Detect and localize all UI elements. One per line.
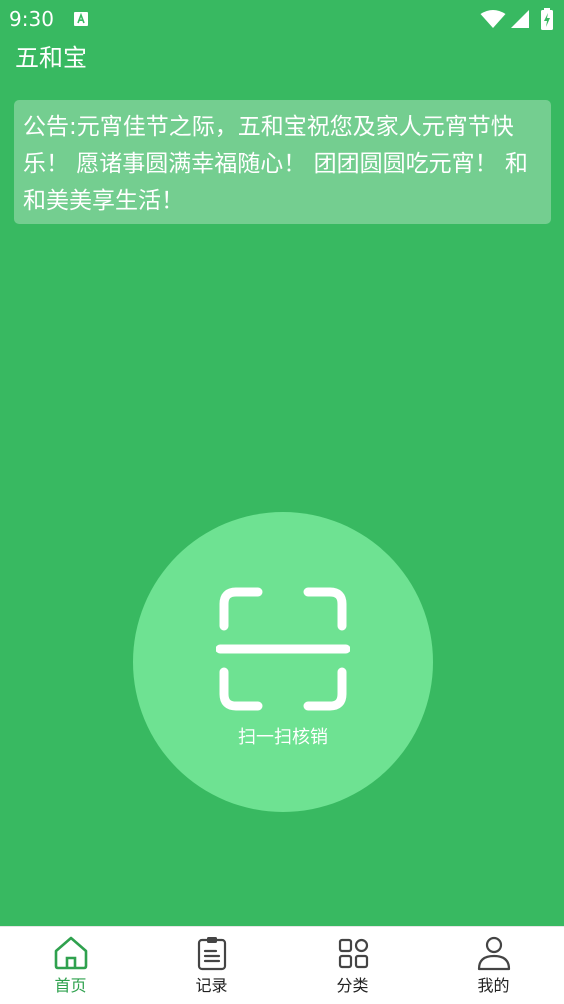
wifi-icon [480,9,506,29]
scan-verify-label: 扫一扫核销 [238,727,328,748]
scan-verify-button[interactable]: 扫一扫核销 [133,512,433,812]
status-bar: 9:30 [0,0,564,38]
announcement-text: 公告:元宵佳节之际，五和宝祝您及家人元宵节快乐！ 愿诸事圆满幸福随心！ 团团圆圆… [23,114,528,214]
battery-charging-icon [540,8,554,30]
nav-item-home[interactable]: 首页 [0,927,141,1004]
accessibility-a-icon [73,11,89,27]
nav-item-category[interactable]: 分类 [282,927,423,1004]
scan-frame-icon [215,584,351,714]
bottom-navigation: 首页 记录 分类 我的 [0,926,564,1004]
nav-label-records: 记录 [195,976,228,995]
app-screen: 9:30 五和宝 公告:元宵佳节之际，五和宝祝您及家人元宵节快乐！ 愿诸事圆满幸… [0,0,564,1004]
signal-icon [510,9,530,29]
app-title: 五和宝 [15,44,87,72]
announcement-banner: 公告:元宵佳节之际，五和宝祝您及家人元宵节快乐！ 愿诸事圆满幸福随心！ 团团圆圆… [14,100,551,224]
clipboard-icon [194,935,230,971]
nav-item-records[interactable]: 记录 [141,927,282,1004]
user-icon [476,935,512,971]
nav-label-mine: 我的 [477,976,510,995]
status-time: 9:30 [9,7,54,31]
category-grid-icon [335,935,371,971]
nav-item-mine[interactable]: 我的 [423,927,564,1004]
nav-label-home: 首页 [54,976,87,995]
nav-label-category: 分类 [336,976,369,995]
home-icon [53,935,89,971]
